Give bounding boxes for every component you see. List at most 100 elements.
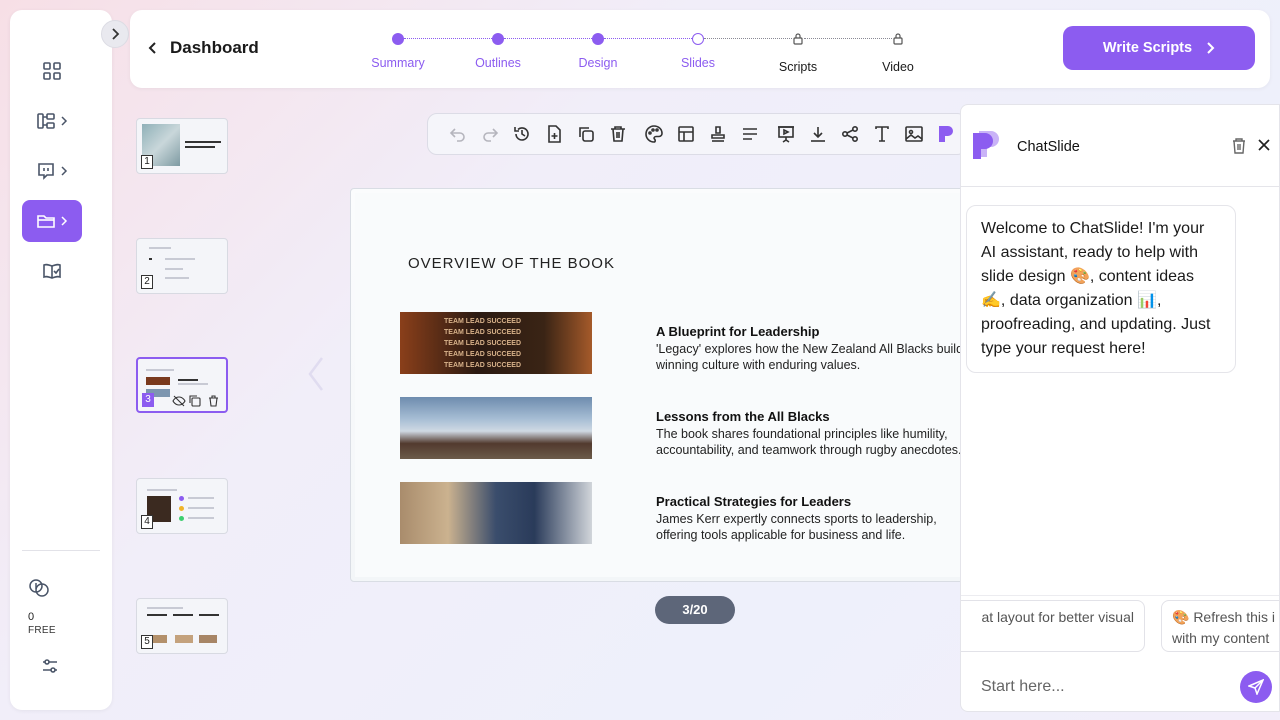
theme-button[interactable]	[638, 118, 670, 150]
step-label: Slides	[680, 56, 716, 70]
sidebar-item-dashboard[interactable]	[22, 50, 82, 92]
block-body: The book shares foundational principles …	[656, 427, 962, 457]
slide-number: 2	[141, 275, 153, 289]
thumbnail-line	[147, 614, 167, 616]
block-heading: Lessons from the All Blacks	[656, 409, 830, 424]
history-icon	[514, 127, 529, 141]
settings-button[interactable]	[40, 656, 60, 681]
sidebar-expand-button[interactable]	[101, 20, 129, 48]
suggestion-chip[interactable]: 🎨 Refresh this i with my content	[1161, 600, 1279, 652]
image-caption-text: TEAM LEAD SUCCEED	[444, 318, 522, 325]
layout-button[interactable]	[670, 118, 702, 150]
slide-image-meeting[interactable]	[400, 482, 592, 544]
slide-title[interactable]: OVERVIEW OF THE BOOK	[408, 255, 615, 272]
align-button[interactable]	[734, 118, 766, 150]
image-caption-text: TEAM LEAD SUCCEED	[444, 340, 522, 347]
slide-thumbnail-2[interactable]: 2	[136, 238, 228, 294]
step-dot	[392, 33, 404, 45]
thumbnail-image	[175, 635, 193, 643]
step-design[interactable]: Design	[548, 28, 648, 70]
write-scripts-button[interactable]: Write Scripts	[1063, 26, 1255, 70]
back-label: Dashboard	[170, 38, 259, 57]
image-icon	[905, 126, 923, 142]
step-slides[interactable]: Slides	[648, 28, 748, 70]
add-page-icon	[548, 125, 561, 143]
slide-thumbnail-3[interactable]: 3	[136, 357, 228, 413]
send-button[interactable]	[1240, 671, 1272, 703]
text-button[interactable]	[866, 118, 898, 150]
redo-button[interactable]	[474, 118, 506, 150]
slide-thumbnail-1[interactable]: 1	[136, 118, 228, 174]
thumbnail-line	[188, 507, 214, 509]
content-block[interactable]: Practical Strategies for Leaders James K…	[656, 494, 969, 543]
thumbnail-line	[178, 383, 208, 385]
slide-image-stadium[interactable]	[400, 397, 592, 459]
sidebar-item-templates[interactable]	[22, 100, 82, 142]
chatslide-logo-icon	[973, 131, 999, 159]
step-summary[interactable]: Summary	[348, 28, 448, 70]
chevron-right-icon	[1207, 42, 1215, 54]
block-body: 'Legacy' explores how the New Zealand Al…	[656, 342, 970, 372]
slide-canvas[interactable]: OVERVIEW OF THE BOOK TEAM LEAD SUCCEED T…	[350, 188, 970, 582]
add-page-button[interactable]	[538, 118, 570, 150]
history-button[interactable]	[506, 118, 538, 150]
chat-panel: ChatSlide Welcome to ChatSlide! I'm your…	[960, 104, 1280, 712]
step-dot	[492, 33, 504, 45]
hide-slide-icon[interactable]	[172, 395, 186, 407]
sidebar-item-social[interactable]	[22, 150, 82, 192]
step-scripts[interactable]: Scripts	[748, 28, 848, 74]
duplicate-button[interactable]	[570, 118, 602, 150]
slide-thumbnail-4[interactable]: 4	[136, 478, 228, 534]
sidebar-item-projects[interactable]	[22, 200, 82, 242]
trash-icon[interactable]	[1231, 138, 1247, 154]
close-icon[interactable]	[1257, 138, 1271, 152]
delete-button[interactable]	[602, 118, 634, 150]
book-check-icon	[43, 263, 61, 279]
slide-image-books[interactable]: TEAM LEAD SUCCEED TEAM LEAD SUCCEED TEAM…	[400, 312, 592, 374]
duplicate-slide-icon[interactable]	[189, 395, 201, 407]
back-to-dashboard[interactable]: Dashboard	[148, 38, 259, 58]
chat-input[interactable]	[981, 673, 1231, 701]
thumbnail-line	[165, 268, 183, 270]
block-body: James Kerr expertly connects sports to l…	[656, 512, 937, 542]
slide-number: 1	[141, 155, 153, 169]
plan-label: FREE	[28, 625, 56, 636]
step-label: Design	[578, 56, 618, 70]
step-video[interactable]: Video	[848, 28, 948, 74]
chat-bubble-icon	[38, 163, 54, 180]
step-label: Video	[882, 60, 914, 74]
thumbnail-line	[185, 146, 215, 148]
image-caption-text: TEAM LEAD SUCCEED	[444, 351, 522, 358]
delete-slide-icon[interactable]	[208, 395, 219, 407]
undo-icon	[449, 128, 465, 142]
thumbnail-dot	[179, 496, 184, 501]
chat-title: ChatSlide	[1017, 139, 1080, 155]
suggestion-chip[interactable]: at layout for better visual	[961, 600, 1145, 652]
lock-icon	[893, 33, 903, 45]
thumbnail-line	[147, 607, 183, 609]
share-button[interactable]	[834, 118, 866, 150]
content-block[interactable]: A Blueprint for Leadership 'Legacy' expl…	[656, 324, 970, 373]
slide-thumbnail-5[interactable]: 5	[136, 598, 228, 654]
present-button[interactable]	[770, 118, 802, 150]
stamp-button[interactable]	[702, 118, 734, 150]
previous-slide-arrow[interactable]	[306, 356, 326, 392]
send-icon	[1248, 679, 1264, 695]
lock-icon	[793, 33, 803, 45]
block-heading: Practical Strategies for Leaders	[656, 494, 852, 509]
download-button[interactable]	[802, 118, 834, 150]
undo-button[interactable]	[442, 118, 474, 150]
step-outlines[interactable]: Outlines	[448, 28, 548, 70]
credits-widget[interactable]: 0 FREE	[28, 578, 88, 636]
image-button[interactable]	[898, 118, 930, 150]
content-block[interactable]: Lessons from the All Blacks The book sha…	[656, 409, 969, 458]
thumbnail-line	[188, 497, 214, 499]
sidebar-item-resources[interactable]	[22, 250, 82, 292]
chatslide-toggle-button[interactable]	[930, 118, 962, 150]
grid-icon	[43, 62, 61, 80]
slide-number: 4	[141, 515, 153, 529]
suggestion-row: at layout for better visual 🎨 Refresh th…	[961, 595, 1279, 655]
page-indicator: 3/20	[655, 596, 735, 624]
text-icon	[875, 126, 889, 142]
thumbnail-line	[149, 258, 152, 260]
